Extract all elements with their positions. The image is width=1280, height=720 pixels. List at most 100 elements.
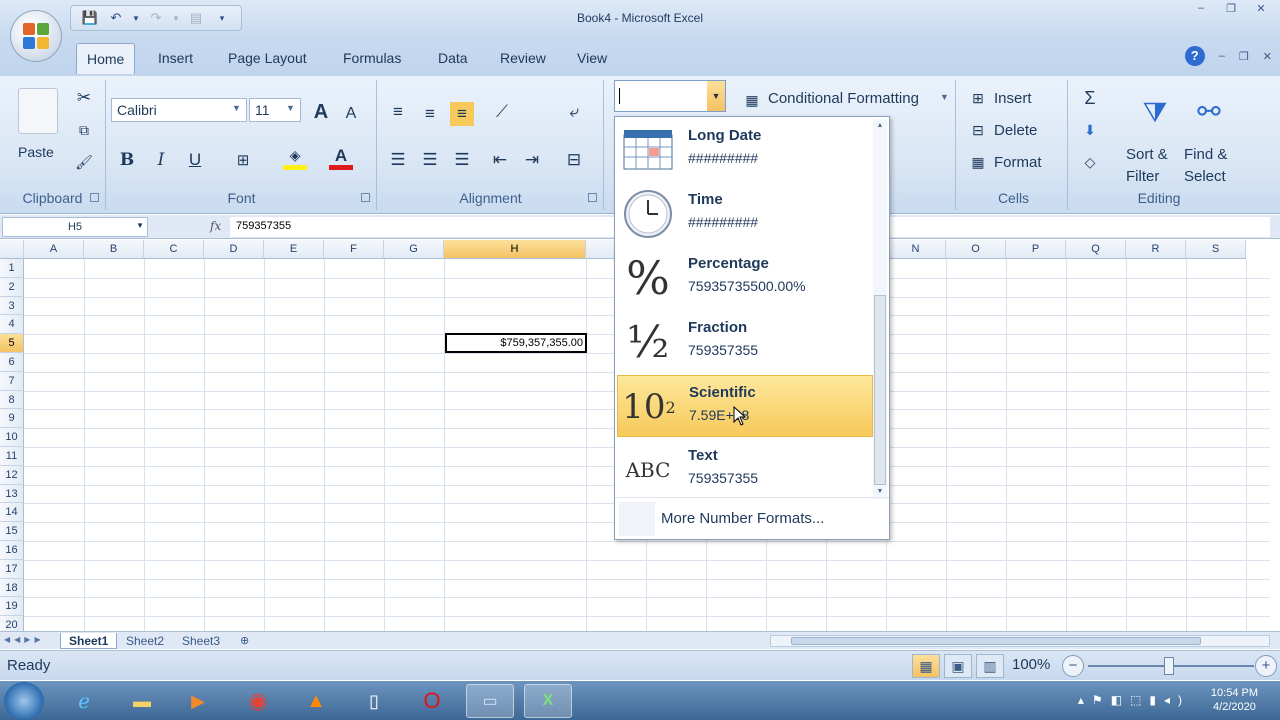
document-icon[interactable]: ▯ <box>350 684 398 718</box>
sort-filter-icon[interactable]: ⧩ <box>1132 90 1178 136</box>
column-header[interactable]: R <box>1126 240 1186 259</box>
insert-sheet-icon[interactable]: ⊕ <box>232 633 257 649</box>
horizontal-scrollbar[interactable] <box>770 635 1270 647</box>
opera-icon[interactable]: O <box>408 684 456 718</box>
tab-review[interactable]: Review <box>500 50 546 66</box>
chrome-icon[interactable]: ◉ <box>234 684 282 718</box>
row-header[interactable]: 17 <box>0 559 24 579</box>
window-preview-icon[interactable]: ▭ <box>466 684 514 718</box>
insert-function-button[interactable]: fx <box>210 219 221 233</box>
autosum-button[interactable]: Σ <box>1078 86 1102 110</box>
restore-button[interactable]: ❐ <box>1218 2 1244 18</box>
close-button[interactable]: ✕ <box>1248 2 1274 18</box>
insert-cells-icon[interactable]: ⊞ <box>966 86 990 110</box>
row-header[interactable]: 5 <box>0 334 24 353</box>
row-header[interactable]: 14 <box>0 503 24 523</box>
column-header[interactable]: A <box>24 240 84 259</box>
row-header[interactable]: 16 <box>0 541 24 560</box>
normal-view-icon[interactable]: ▦ <box>912 654 940 678</box>
zoom-out-button[interactable]: − <box>1062 655 1084 677</box>
orientation-icon[interactable]: ⟋ <box>490 100 514 124</box>
binoculars-icon[interactable]: ⚯ <box>1186 88 1232 134</box>
name-box[interactable]: H5 ▼ <box>2 217 148 237</box>
row-header[interactable]: 10 <box>0 428 24 447</box>
delete-cells-icon[interactable]: ⊟ <box>966 118 990 142</box>
dropdown-scroll-thumb[interactable] <box>874 295 886 485</box>
more-number-formats-link[interactable]: More Number Formats... <box>661 510 824 527</box>
row-header[interactable]: 8 <box>0 390 24 410</box>
column-header[interactable]: H <box>444 240 586 259</box>
dropdown-scrollbar[interactable]: ▲ ▼ <box>873 119 887 499</box>
ribbon-close-button[interactable]: ✕ <box>1263 50 1272 63</box>
column-header[interactable]: C <box>144 240 204 259</box>
row-header[interactable]: 4 <box>0 315 24 335</box>
format-cells-icon[interactable]: ▦ <box>966 150 990 174</box>
copy-icon[interactable]: ⧉ <box>72 118 96 142</box>
row-header[interactable]: 12 <box>0 465 24 485</box>
select-all-corner[interactable] <box>0 240 24 259</box>
font-name-combo[interactable]: Calibri ▼ <box>111 98 247 122</box>
row-header[interactable]: 2 <box>0 277 24 297</box>
format-item-percentage[interactable]: % Percentage 75935735500.00% <box>617 247 873 309</box>
selected-cell-h5[interactable]: $759,357,355.00 <box>445 333 587 353</box>
conditional-formatting-button[interactable]: Conditional Formatting <box>768 90 919 107</box>
format-painter-icon[interactable]: 🖌 <box>72 150 96 174</box>
page-break-view-icon[interactable]: ▥ <box>976 654 1004 678</box>
row-header[interactable]: 15 <box>0 522 24 541</box>
column-header[interactable]: S <box>1186 240 1246 259</box>
borders-icon[interactable]: ⊞ <box>231 148 255 172</box>
zoom-in-button[interactable]: + <box>1255 655 1277 677</box>
zoom-slider-thumb[interactable] <box>1164 657 1174 675</box>
minimize-button[interactable]: – <box>1188 2 1214 18</box>
tab-data[interactable]: Data <box>438 50 468 66</box>
excel-taskbar-icon[interactable]: X <box>524 684 572 718</box>
sheet-nav-arrows-icon[interactable]: ◀◀▶▶ <box>4 635 45 644</box>
column-header[interactable]: B <box>84 240 144 259</box>
row-header[interactable]: 20 <box>0 616 24 632</box>
tab-insert[interactable]: Insert <box>158 50 193 66</box>
sheet-tab-2[interactable]: Sheet2 <box>118 633 172 649</box>
zoom-level[interactable]: 100% <box>1012 656 1050 673</box>
row-header[interactable]: 6 <box>0 353 24 372</box>
tab-page-layout[interactable]: Page Layout <box>228 50 307 66</box>
row-header[interactable]: 18 <box>0 578 24 598</box>
fill-icon[interactable]: ⬇ <box>1078 118 1102 142</box>
delete-cells-button[interactable]: Delete <box>994 122 1037 139</box>
row-header[interactable]: 1 <box>0 259 24 278</box>
find-select-button[interactable]: Find & Select <box>1184 144 1227 188</box>
decrease-indent-icon[interactable]: ⇤ <box>488 148 512 172</box>
merge-center-icon[interactable]: ⊟ <box>562 148 586 172</box>
ribbon-restore-button[interactable]: ❐ <box>1239 50 1249 63</box>
font-size-combo[interactable]: 11 ▼ <box>249 98 301 122</box>
increase-indent-icon[interactable]: ⇥ <box>520 148 544 172</box>
internet-explorer-icon[interactable]: ℯ <box>60 684 108 718</box>
font-color-button[interactable]: A <box>329 146 353 170</box>
start-button[interactable] <box>4 682 44 720</box>
italic-button[interactable]: I <box>149 148 173 172</box>
row-header[interactable]: 13 <box>0 484 24 504</box>
font-launcher-icon[interactable] <box>361 193 370 202</box>
sheet-tab-3[interactable]: Sheet3 <box>174 633 228 649</box>
column-header[interactable]: N <box>886 240 946 259</box>
row-header[interactable]: 11 <box>0 447 24 466</box>
cut-icon[interactable]: ✂ <box>72 86 96 110</box>
alignment-launcher-icon[interactable] <box>588 193 597 202</box>
scrollbar-thumb[interactable] <box>791 637 1201 645</box>
office-button[interactable] <box>10 10 62 62</box>
column-header[interactable]: O <box>946 240 1006 259</box>
tab-view[interactable]: View <box>577 50 607 66</box>
fill-color-icon[interactable]: ◈ <box>283 146 307 170</box>
column-header[interactable]: G <box>384 240 444 259</box>
align-middle-icon[interactable]: ≡ <box>418 102 442 126</box>
help-icon[interactable]: ? <box>1184 46 1205 66</box>
format-cells-button[interactable]: Format <box>994 154 1042 171</box>
scroll-up-icon[interactable]: ▲ <box>873 119 887 133</box>
row-header[interactable]: 19 <box>0 597 24 617</box>
column-header[interactable]: P <box>1006 240 1066 259</box>
shrink-font-button[interactable]: A <box>339 102 363 126</box>
align-bottom-icon[interactable]: ≡ <box>450 102 474 126</box>
paste-button[interactable]: Paste <box>18 144 54 160</box>
underline-button[interactable]: U <box>183 148 207 172</box>
column-header[interactable]: F <box>324 240 384 259</box>
page-layout-view-icon[interactable]: ▣ <box>944 654 972 678</box>
